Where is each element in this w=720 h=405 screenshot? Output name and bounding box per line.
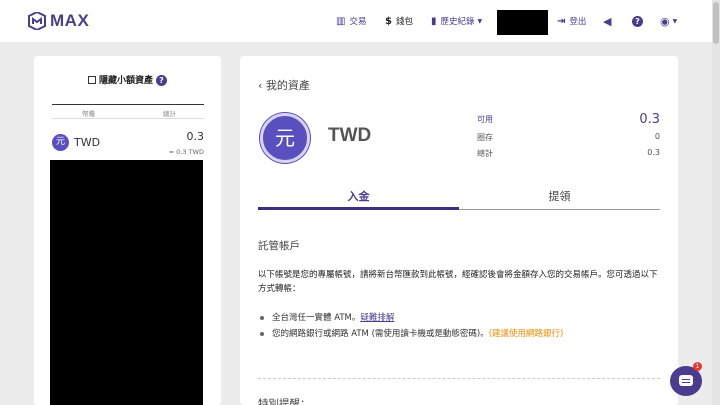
chat-icon: [679, 375, 693, 386]
redacted-account-area: [497, 10, 548, 35]
brand-logo[interactable]: MAX: [27, 11, 89, 31]
nav-wallet-label: 錢包: [395, 17, 413, 27]
twd-large-coin-icon: 元: [260, 113, 310, 163]
list-item: 您的網路銀行或網路 ATM (需使用讀卡機或是動態密碼)。(建議使用網路銀行): [258, 326, 668, 342]
divider: [258, 378, 660, 379]
bullet2-note: (建議使用網路銀行): [488, 329, 564, 339]
col-total: 總計: [163, 110, 176, 118]
book-icon: ▮: [431, 15, 437, 27]
bullet2-text: 您的網路銀行或網路 ATM (需使用讀卡機或是動態密碼)。: [272, 329, 489, 339]
announcement-icon[interactable]: ◀: [603, 0, 611, 42]
top-navbar: MAX ▥ 交易 $ 錢包 ▮ 歷史紀錄 ▼ ⇥ 登出 ◀ ? ◉ ▼: [0, 0, 720, 42]
nav-trade[interactable]: ▥ 交易: [336, 0, 366, 42]
nav-trade-label: 交易: [349, 17, 367, 27]
nav-logout[interactable]: ⇥ 登出: [557, 0, 586, 42]
bullet1-text: 全台灣任一實體 ATM。: [272, 313, 361, 323]
chevron-down-icon: ▼: [477, 17, 483, 25]
help-button[interactable]: ?: [632, 0, 643, 42]
asset-row-twd[interactable]: 元 TWD 0.3 ≈ 0.3 TWD: [52, 128, 204, 160]
locked-value: 0: [654, 132, 660, 141]
scrollbar-thumb[interactable]: [713, 2, 719, 44]
nav-history[interactable]: ▮ 歷史紀錄 ▼: [431, 0, 482, 42]
page-scrollbar[interactable]: [712, 0, 720, 405]
col-currency: 幣種: [82, 110, 95, 118]
bar-chart-icon: ▥: [336, 15, 346, 27]
twd-coin-icon: 元: [52, 134, 69, 151]
hide-small-assets-toggle[interactable]: 隱藏小額資產?: [34, 73, 221, 86]
max-logo-icon: [28, 12, 46, 30]
troubleshoot-link[interactable]: 疑難排解: [360, 313, 394, 323]
total-label: 總計: [477, 149, 493, 158]
asset-total: 0.3: [186, 130, 205, 143]
sign-out-icon: ⇥: [557, 15, 566, 27]
asset-list-card: 隱藏小額資產? 幣種 總計 元 TWD 0.3 ≈ 0.3 TWD: [34, 56, 221, 405]
deposit-description: 以下帳號是您的專屬帳號，請將新台幣匯款到此帳號，經確認後會將金額存入您的交易帳戶…: [258, 270, 658, 294]
available-value: 0.3: [639, 112, 660, 127]
asset-detail-card: ‹ 我的資產 元 TWD 可用 0.3 圈存 0 總計 0.3 入金 提領 託管…: [240, 56, 678, 405]
tab-withdraw[interactable]: 提領: [459, 186, 660, 210]
list-item: 全台灣任一實體 ATM。疑難排解: [258, 310, 668, 326]
deposit-withdraw-tabs: 入金 提領: [258, 186, 660, 210]
brand-name: MAX: [50, 11, 90, 30]
question-circle-icon: ?: [632, 15, 643, 27]
section-title: 託管帳戶: [258, 240, 300, 252]
language-selector[interactable]: ◉ ▼: [660, 0, 677, 42]
back-link[interactable]: ‹ 我的資產: [258, 77, 310, 93]
question-icon[interactable]: ?: [156, 75, 167, 86]
globe-icon: ◉: [660, 14, 670, 28]
nav-logout-label: 登出: [569, 17, 587, 27]
nav-history-label: 歷史紀錄: [440, 17, 475, 27]
chat-badge: 1: [693, 362, 702, 371]
nav-wallet[interactable]: $ 錢包: [385, 0, 413, 42]
checkbox-icon[interactable]: [87, 76, 96, 84]
chevron-left-icon: ‹: [258, 79, 263, 92]
asset-name: TWD: [74, 136, 101, 149]
chevron-down-icon: ▼: [672, 17, 678, 25]
total-value: 0.3: [647, 148, 660, 157]
transfer-methods-list: 全台灣任一實體 ATM。疑難排解 您的網路銀行或網路 ATM (需使用讀卡機或是…: [258, 310, 668, 342]
coin-title: TWD: [328, 125, 372, 146]
asset-table-header: 幣種 總計: [52, 104, 204, 119]
asset-approx: ≈ 0.3 TWD: [168, 148, 204, 156]
dollar-icon: $: [385, 15, 392, 27]
available-label: 可用: [477, 115, 493, 124]
hide-small-label: 隱藏小額資產: [98, 76, 153, 86]
notice-title: 特別提醒：: [258, 398, 311, 405]
tab-deposit[interactable]: 入金: [258, 186, 459, 210]
back-label: 我的資產: [265, 79, 310, 92]
redacted-asset-list: [50, 160, 203, 405]
locked-label: 圈存: [477, 133, 493, 142]
